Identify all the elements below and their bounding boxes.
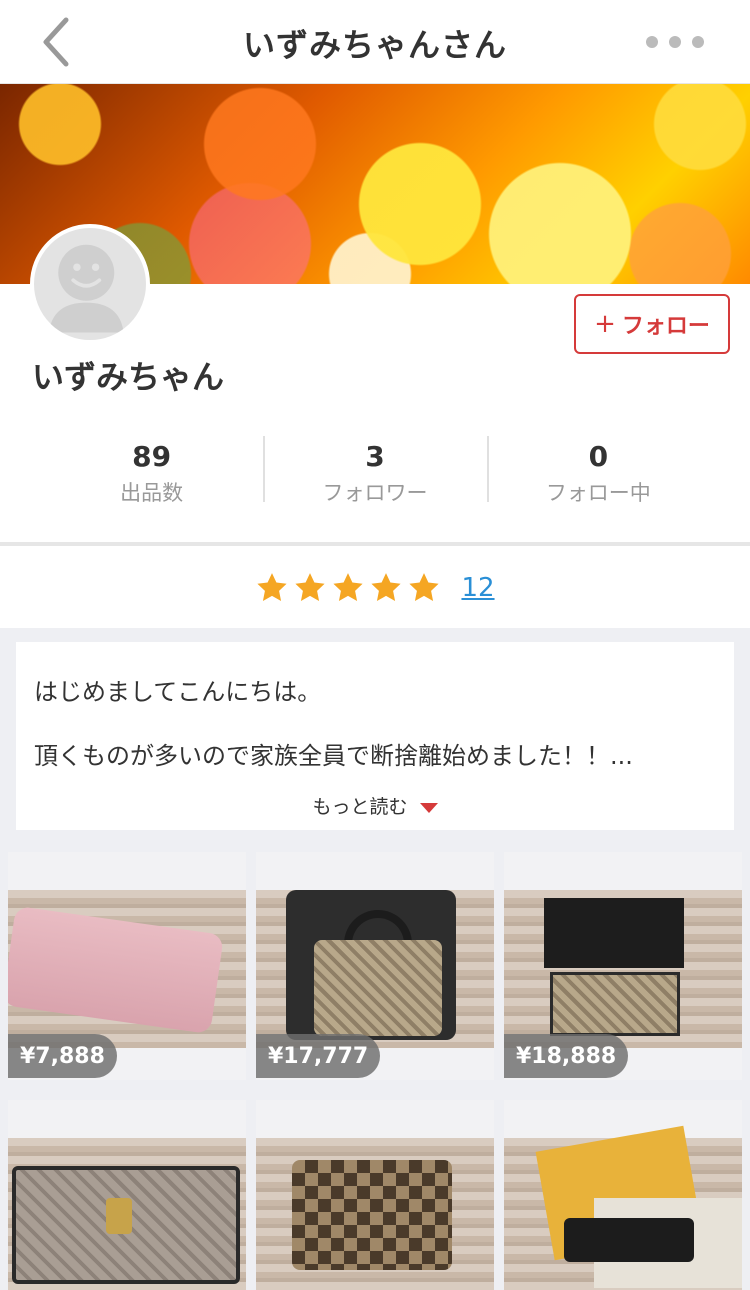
- item-price: ¥18,888: [504, 1034, 629, 1078]
- default-user-icon: [48, 244, 124, 333]
- star-icon: [409, 573, 440, 602]
- item-photo: [8, 1138, 246, 1290]
- star-icon: [295, 573, 326, 602]
- read-more-label: もっと読む: [312, 796, 408, 818]
- navigation-bar: いずみちゃんさん: [0, 0, 750, 84]
- intro-text: はじめましてこんにちは。: [34, 678, 322, 706]
- stat-label: 出品数: [120, 481, 184, 505]
- item-photo: [8, 890, 246, 1048]
- intro-text: 頂くものが多いので家族全員で断捨離始めました！！...: [34, 742, 633, 770]
- caret-down-icon: [419, 802, 438, 813]
- item-price: ¥17,777: [256, 1034, 381, 1078]
- item-card[interactable]: [256, 1100, 494, 1290]
- star-icon: [257, 573, 288, 602]
- review-count-link[interactable]: 12: [461, 573, 494, 603]
- item-card[interactable]: ¥17,777: [256, 852, 494, 1080]
- follow-label: フォロー: [621, 314, 710, 339]
- stat-value: 0: [588, 440, 609, 473]
- plus-icon: +: [594, 309, 616, 339]
- stat-listings[interactable]: 89 出品数: [40, 430, 263, 510]
- stat-label: フォロワー: [322, 481, 428, 505]
- item-photo: [256, 890, 494, 1048]
- item-card[interactable]: ¥7,888: [8, 852, 246, 1080]
- divider: [0, 542, 750, 546]
- read-more-button[interactable]: もっと読む: [16, 792, 734, 819]
- page-title: いずみちゃんさん: [242, 26, 507, 64]
- rating-row[interactable]: 12: [0, 566, 750, 610]
- profile-name: いずみちゃん: [32, 358, 225, 396]
- stat-following[interactable]: 0 フォロー中: [486, 430, 710, 510]
- more-horizontal-icon[interactable]: [640, 30, 710, 54]
- item-card[interactable]: ¥18,888: [504, 852, 742, 1080]
- item-photo: [504, 890, 742, 1048]
- self-introduction: はじめましてこんにちは。 頂くものが多いので家族全員で断捨離始めました！！...…: [16, 642, 734, 830]
- item-photo: [256, 1138, 494, 1290]
- star-icon: [333, 573, 364, 602]
- stat-label: フォロー中: [545, 481, 651, 505]
- item-photo: [504, 1125, 742, 1290]
- item-price: ¥7,888: [8, 1034, 117, 1078]
- stat-followers[interactable]: 3 フォロワー: [263, 430, 486, 510]
- item-card[interactable]: [8, 1100, 246, 1290]
- stat-value: 89: [132, 440, 172, 473]
- item-card[interactable]: [504, 1100, 742, 1290]
- follow-button[interactable]: + フォロー: [574, 294, 730, 354]
- avatar[interactable]: [30, 224, 150, 344]
- profile-stats: 89 出品数 3 フォロワー 0 フォロー中: [40, 430, 710, 510]
- star-rating: [255, 571, 441, 605]
- stat-value: 3: [365, 440, 385, 473]
- star-icon: [371, 573, 402, 602]
